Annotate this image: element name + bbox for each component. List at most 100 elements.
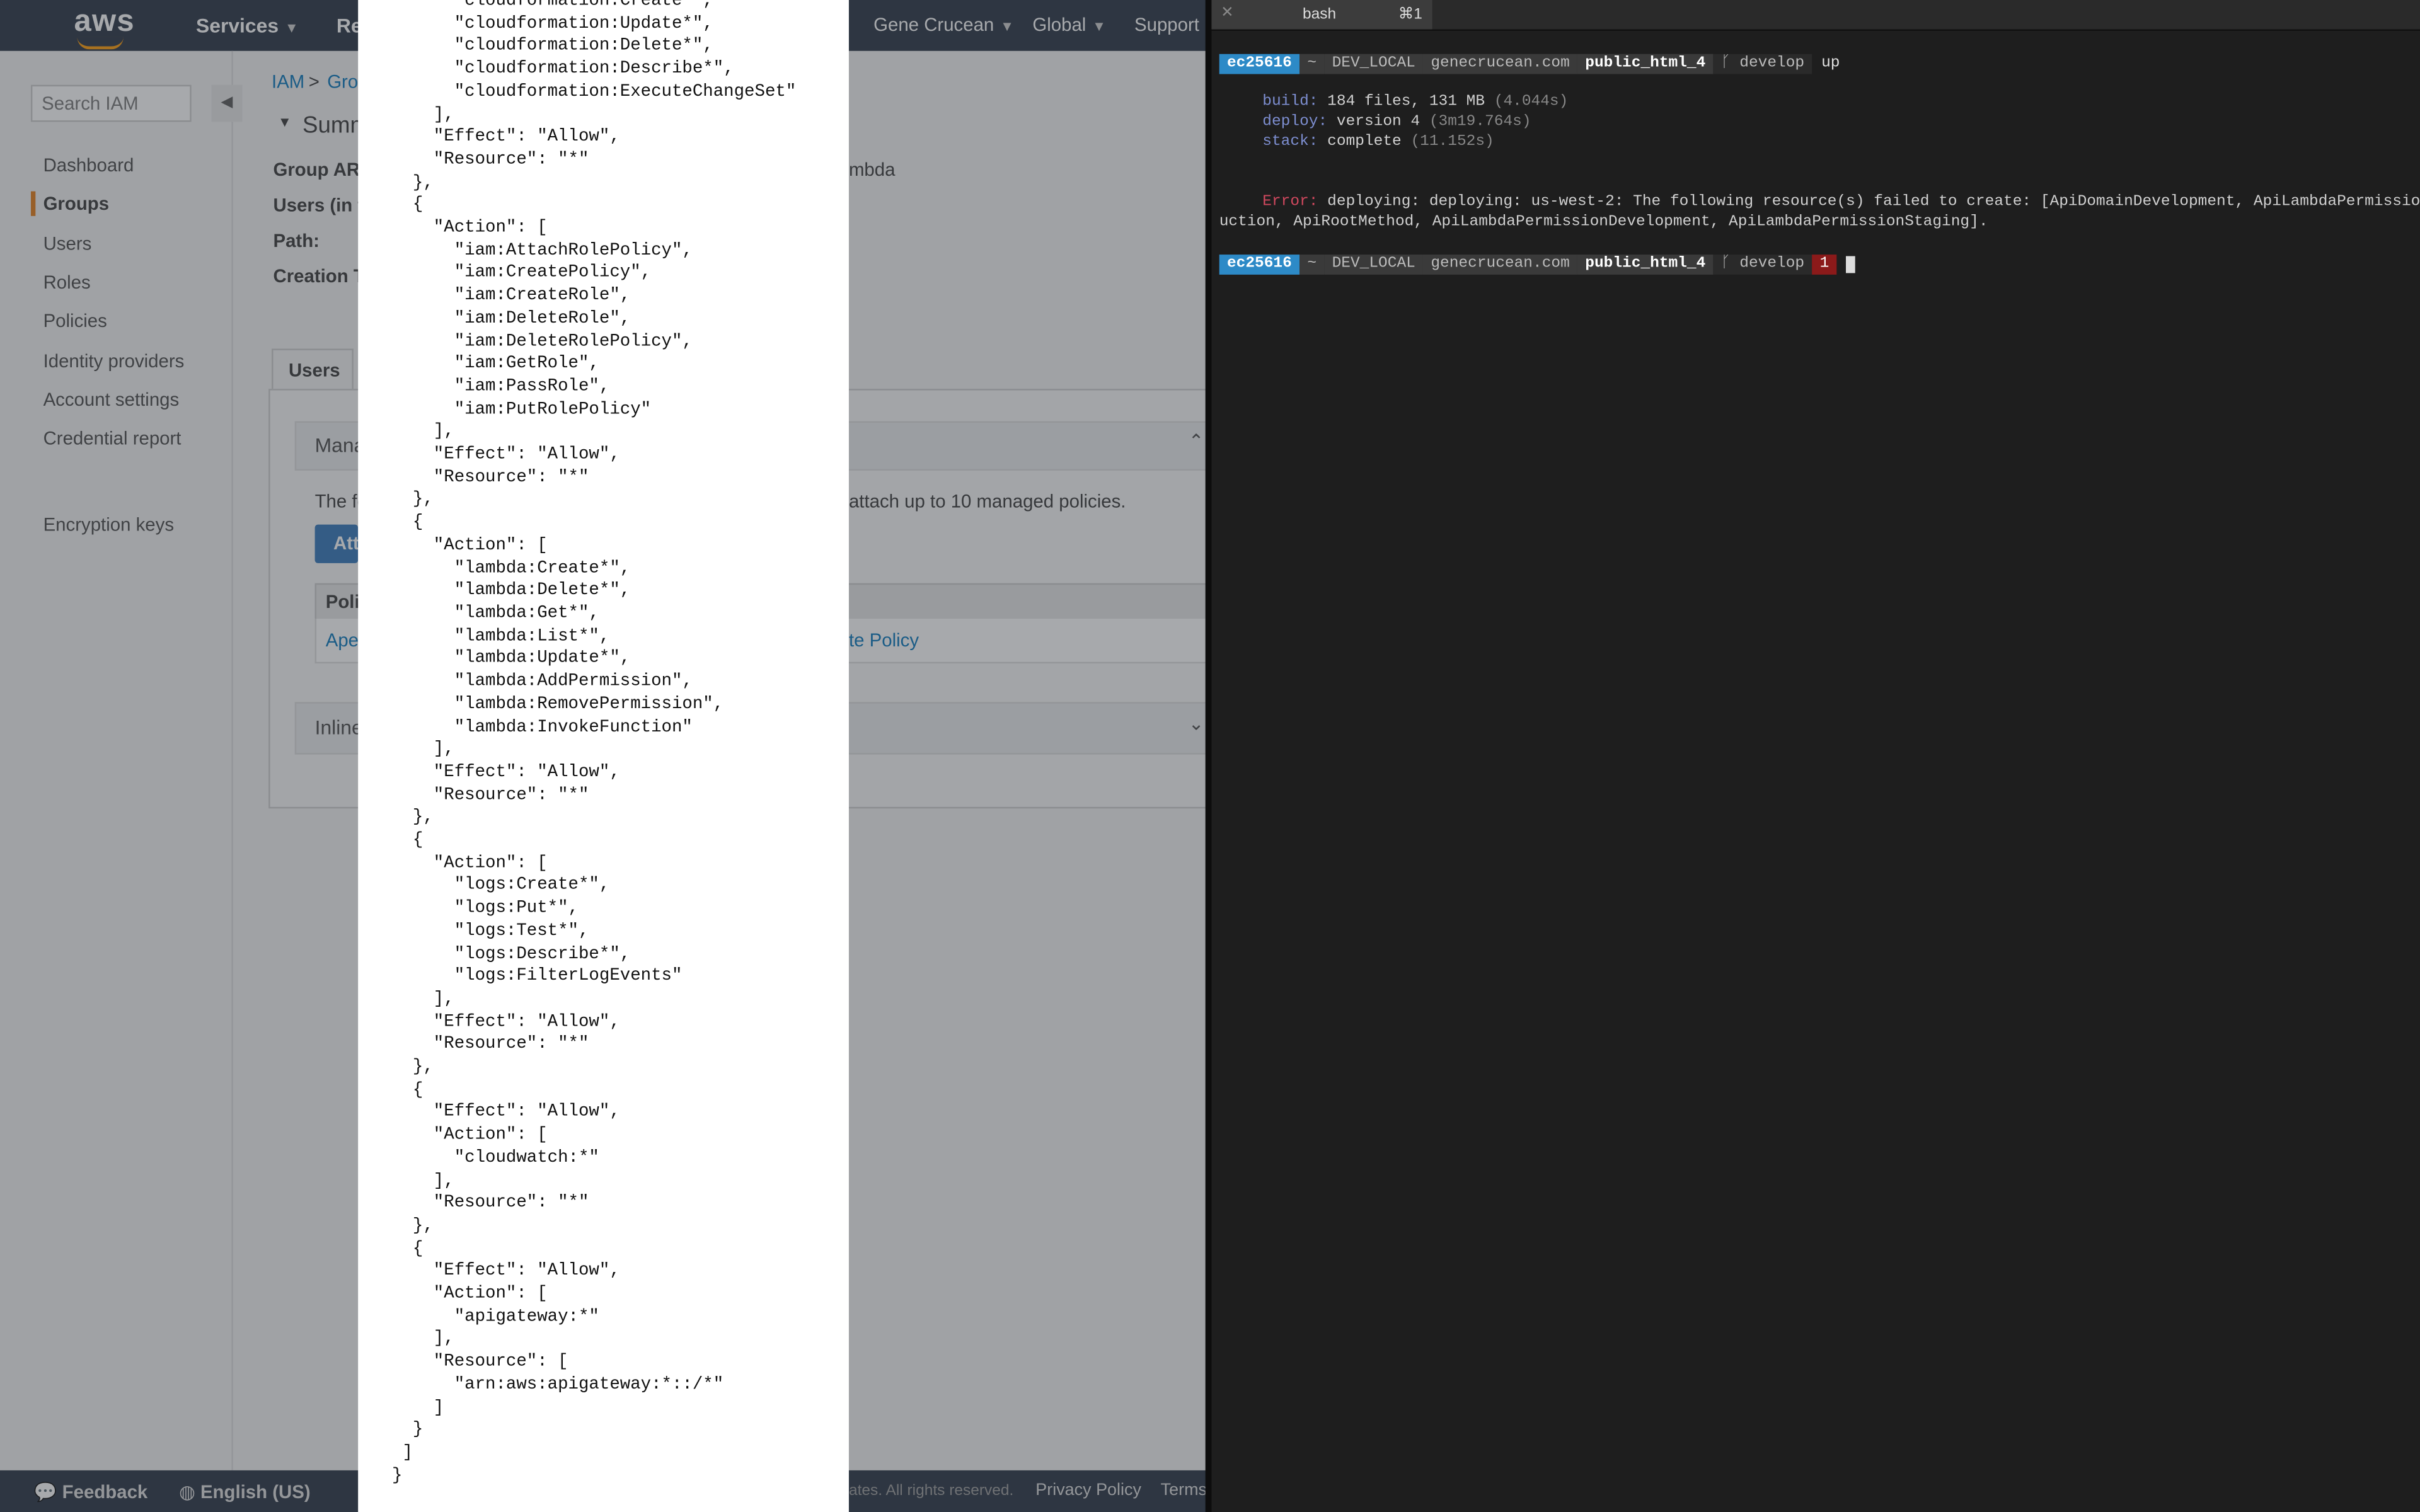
breadcrumb-iam[interactable]: IAM <box>272 71 304 93</box>
json-line: "Effect": "Allow", <box>392 764 620 782</box>
json-line: "cloudformation:ExecuteChangeSet" <box>392 83 797 102</box>
prompt-exit-code: 1 <box>1812 255 1837 275</box>
sidebar-item-credential-report[interactable]: Credential report <box>43 427 182 449</box>
aws-logo-smile-icon <box>77 37 124 50</box>
prompt-host: ec25616 <box>1219 54 1300 74</box>
chevron-down-icon[interactable]: ⌄ <box>1189 713 1204 734</box>
json-line: ], <box>392 423 454 442</box>
sidebar-item-encryption-keys[interactable]: Encryption keys <box>43 514 174 536</box>
json-line: "iam:GetRole", <box>392 355 599 374</box>
group-arn-label: Group AR <box>273 159 360 181</box>
detach-policy-link[interactable]: te Policy <box>849 629 919 651</box>
prompt-dir-3: public_html_4 <box>1577 255 1714 275</box>
json-line: ] <box>392 1444 413 1463</box>
sidebar-item-dashboard[interactable]: Dashboard <box>43 154 134 176</box>
json-line: "apigateway:*" <box>392 1308 599 1327</box>
json-line: "lambda:Get*", <box>392 604 599 624</box>
json-line: } <box>392 1421 424 1440</box>
prompt-home: ~ <box>1299 255 1325 275</box>
error-output-continuation: uction, ApiRootMethod, ApiLambdaPermissi… <box>1219 214 1988 232</box>
json-line: "iam:DeleteRole", <box>392 309 631 329</box>
json-line: "lambda:List*", <box>392 627 610 646</box>
json-line: ], <box>392 1331 454 1349</box>
policy-json-document: "cloudformation:Create*", "cloudformatio… <box>358 0 849 1512</box>
sidebar-item-roles[interactable]: Roles <box>43 272 91 293</box>
chevron-down-icon: ▼ <box>1000 18 1014 34</box>
build-output-line: build: 184 files, 131 MB (4.044s) <box>1262 94 1569 112</box>
json-line: ], <box>392 990 454 1009</box>
sidebar-item-groups[interactable]: Groups <box>43 193 110 214</box>
shell-prompt: ec25616 ~ DEV_LOCAL genecrucean.com publ… <box>1219 255 1856 275</box>
chevron-up-icon[interactable]: ⌃ <box>1189 430 1204 452</box>
language-selector[interactable]: ◍ English (US) <box>179 1481 311 1503</box>
sidebar-item-users[interactable]: Users <box>43 233 92 255</box>
search-iam-input[interactable] <box>30 84 192 122</box>
json-line: }, <box>392 809 434 828</box>
prompt-dir-1: DEV_LOCAL <box>1324 255 1424 275</box>
services-menu[interactable]: Services ▼ <box>196 14 299 37</box>
active-nav-indicator <box>30 191 36 216</box>
globe-icon: ◍ <box>179 1481 195 1503</box>
json-line: "iam:PutRolePolicy" <box>392 400 652 420</box>
breadcrumb-groups[interactable]: Gro <box>327 71 358 93</box>
prompt-dir-3: public_html_4 <box>1577 54 1714 74</box>
privacy-policy-link[interactable]: Privacy Policy <box>1035 1481 1141 1499</box>
json-line: "Effect": "Allow", <box>392 128 620 147</box>
speech-bubble-icon: 💬 <box>33 1481 57 1503</box>
inline-policies-title: Inline <box>314 716 363 740</box>
terminal-cursor <box>1846 256 1856 273</box>
split-divider[interactable] <box>1205 0 1212 1512</box>
json-line: "Resource": [ <box>392 1353 568 1372</box>
prompt-host: ec25616 <box>1219 255 1300 275</box>
json-line: "cloudwatch:*" <box>392 1149 599 1168</box>
json-line: "Resource": "*" <box>392 151 589 170</box>
json-line: "iam:DeleteRolePolicy", <box>392 332 693 352</box>
prompt-dir-1: DEV_LOCAL <box>1324 54 1424 74</box>
terminal-tab[interactable]: ✕ bash ⌘1 <box>1211 0 1432 30</box>
creation-time-label: Creation T <box>273 265 365 287</box>
sidebar-item-policies[interactable]: Policies <box>43 310 107 331</box>
json-line: "logs:Create*", <box>392 877 610 896</box>
support-menu[interactable]: Support <box>1134 14 1199 35</box>
json-line: "arn:aws:apigateway:*::/*" <box>392 1376 724 1395</box>
json-line: "Resource": "*" <box>392 1194 589 1213</box>
json-line: "cloudformation:Update*", <box>392 14 713 34</box>
json-line: { <box>392 1240 424 1259</box>
json-line: "Resource": "*" <box>392 1036 589 1055</box>
json-line: "lambda:InvokeFunction" <box>392 718 693 737</box>
json-line: "cloudformation:Create*", <box>392 0 713 11</box>
json-line: "lambda:Update*", <box>392 650 631 669</box>
json-line: "Action": [ <box>392 1285 548 1304</box>
copyright-text: ates. All rights reserved. <box>848 1482 1014 1500</box>
feedback-link[interactable]: 💬 Feedback <box>34 1481 147 1503</box>
json-line: "lambda:Create*", <box>392 559 631 578</box>
tab-users[interactable]: Users <box>272 348 354 389</box>
json-line: ], <box>392 105 454 125</box>
stack-output-line: stack: complete (11.152s) <box>1262 134 1494 152</box>
policy-json-text: "cloudformation:Create*", "cloudformatio… <box>358 0 796 1488</box>
expand-triangle-icon[interactable]: ▼ <box>278 114 292 129</box>
terminal-window[interactable]: ✕ bash ⌘1 ec25616 ~ DEV_LOCAL genecrucea… <box>1211 0 2420 1512</box>
json-line: { <box>392 832 424 850</box>
json-line: "Action": [ <box>392 854 548 873</box>
attach-policy-button[interactable]: Att <box>314 524 359 563</box>
breadcrumb-separator: > <box>308 71 320 93</box>
terminal-tab-bar: ✕ bash ⌘1 <box>1211 0 2420 31</box>
prompt-dir-2: genecrucean.com <box>1423 255 1578 275</box>
sidebar-item-identity-providers[interactable]: Identity providers <box>43 350 185 372</box>
account-menu[interactable]: Gene Crucean ▼ <box>873 14 1014 35</box>
json-line: "Resource": "*" <box>392 468 589 488</box>
chevron-down-icon: ▼ <box>1092 18 1106 34</box>
json-line: "Action": [ <box>392 219 548 238</box>
prompt-home: ~ <box>1299 54 1325 74</box>
terms-link[interactable]: Terms <box>1161 1481 1207 1499</box>
json-line: ] <box>392 1399 444 1418</box>
close-tab-icon[interactable]: ✕ <box>1221 4 1234 21</box>
json-line: { <box>392 196 424 215</box>
aws-logo[interactable]: aws <box>74 4 135 40</box>
sidebar-item-account-settings[interactable]: Account settings <box>43 389 180 410</box>
deploy-output-line: deploy: version 4 (3m19.764s) <box>1262 114 1531 132</box>
policy-name-link[interactable]: Ape <box>326 629 359 651</box>
region-menu[interactable]: Global ▼ <box>1032 14 1106 35</box>
json-line: "iam:CreatePolicy", <box>392 264 652 284</box>
